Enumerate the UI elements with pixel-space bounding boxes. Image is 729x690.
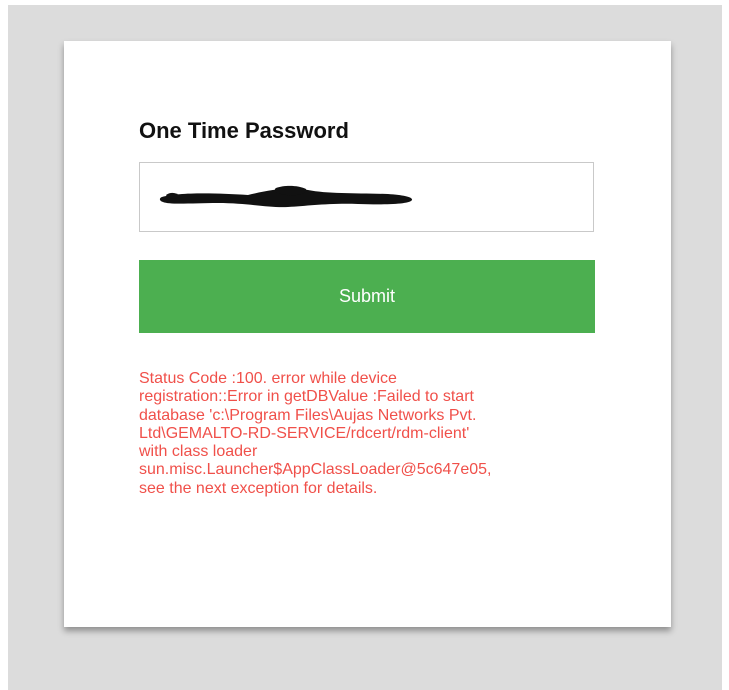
form-title: One Time Password	[139, 118, 349, 143]
submit-button[interactable]: Submit	[139, 260, 595, 333]
error-message: Status Code :100. error while device reg…	[139, 370, 492, 497]
otp-input[interactable]	[139, 162, 594, 232]
redaction-mark	[159, 185, 413, 208]
otp-card: One Time Password Submit Status Code :10…	[64, 41, 671, 627]
